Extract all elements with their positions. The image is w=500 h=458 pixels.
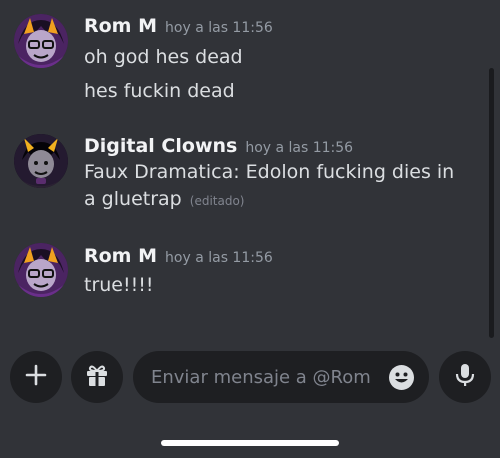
avatar[interactable]: [14, 14, 68, 68]
edited-label: (editado): [189, 194, 245, 208]
username[interactable]: Rom M: [84, 15, 157, 37]
message-text: Faux Dramatica: Edolon fucking dies in a…: [84, 159, 464, 215]
message-header: Rom M hoy a las 11:56: [84, 15, 273, 37]
gift-icon: [84, 362, 110, 392]
message-text: oh god hes dead: [84, 46, 243, 68]
timestamp: hoy a las 11:56: [165, 20, 273, 36]
gift-button[interactable]: [71, 351, 123, 403]
message-header: Digital Clowns hoy a las 11:56: [84, 135, 353, 157]
username[interactable]: Digital Clowns: [84, 135, 237, 157]
message-list[interactable]: Rom M hoy a las 11:56 oh god hes dead he…: [0, 0, 500, 340]
voice-message-button[interactable]: [439, 351, 491, 403]
message-composer: [0, 345, 500, 411]
username[interactable]: Rom M: [84, 245, 157, 267]
emoji-icon[interactable]: [388, 364, 415, 391]
timestamp: hoy a las 11:56: [165, 250, 273, 266]
home-indicator[interactable]: [161, 440, 339, 446]
message-text: true!!!!: [84, 274, 154, 296]
message-input-container[interactable]: [133, 351, 429, 403]
avatar[interactable]: [14, 134, 68, 188]
avatar[interactable]: [14, 243, 68, 297]
message-input[interactable]: [151, 351, 376, 403]
add-attachment-button[interactable]: [10, 351, 62, 403]
message-text: hes fuckin dead: [84, 80, 235, 102]
plus-icon: [25, 364, 47, 390]
message-header: Rom M hoy a las 11:56: [84, 245, 273, 267]
scrollbar[interactable]: [489, 68, 494, 338]
timestamp: hoy a las 11:56: [245, 140, 354, 156]
microphone-icon: [454, 362, 476, 392]
message-body: Faux Dramatica: Edolon fucking dies in a…: [84, 161, 455, 210]
